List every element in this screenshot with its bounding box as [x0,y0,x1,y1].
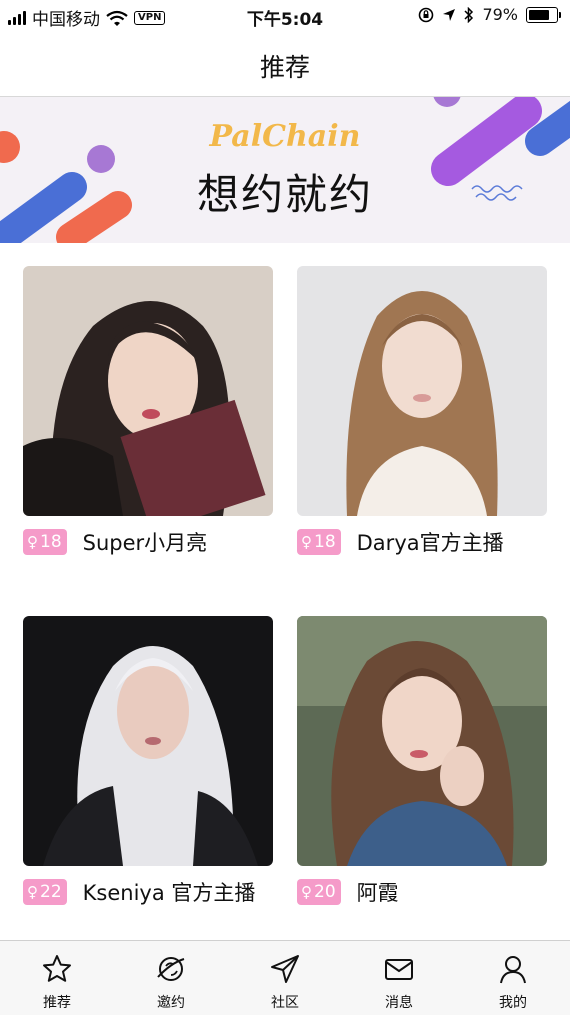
age-value: 18 [314,532,336,552]
battery-fill [529,9,549,20]
tab-label: 消息 [385,995,413,1011]
profile-name: 阿霞 [356,881,399,905]
profile-meta: ♀ 18 Super小月亮 [23,528,273,556]
status-bar: 中国移动 VPN 下午5:04 79% [0,0,570,32]
female-icon: ♀ [301,883,312,901]
tab-label: 邀约 [157,995,185,1011]
page-title: 推荐 [259,53,310,82]
banner-brand: PalChain [209,119,361,154]
battery-icon [526,6,561,23]
star-icon [43,955,71,982]
tab-label: 我的 [499,995,527,1011]
age-value: 18 [40,532,62,552]
female-icon: ♀ [27,533,38,551]
age-badge: ♀ 18 [297,529,341,555]
nav-header: 推荐 [0,32,570,97]
age-badge: ♀ 20 [297,879,341,905]
status-right: 79% [418,5,561,24]
tab-label: 推荐 [43,995,71,1011]
paper-plane-icon [271,955,299,983]
profile-meta: ♀ 20 阿霞 [297,878,547,906]
banner-slogan: 想约就约 [196,170,373,219]
profile-name: Darya官方主播 [356,531,504,555]
female-icon: ♀ [27,883,38,901]
tab-bar: 推荐 邀约 社区 消息 我的 [0,940,570,1015]
age-value: 22 [40,882,62,902]
person-icon [500,956,526,984]
profile-photo[interactable] [297,266,547,516]
orientation-lock-icon [419,7,434,22]
envelope-icon [385,959,413,980]
profile-card[interactable]: ♀ 18 Darya官方主播 [297,266,547,556]
profile-meta: ♀ 22 Kseniya 官方主播 [23,878,273,906]
tab-profile[interactable]: 我的 [456,941,570,1015]
promo-banner[interactable]: PalChain 想约就约 [0,97,570,243]
profile-name: Kseniya 官方主播 [82,881,256,905]
female-icon: ♀ [301,533,312,551]
tab-label: 社区 [271,995,299,1011]
profile-card[interactable]: ♀ 18 Super小月亮 [23,266,273,556]
tab-messages[interactable]: 消息 [342,941,456,1015]
profile-card[interactable]: ♀ 22 Kseniya 官方主播 [23,616,273,906]
location-arrow-icon [443,8,456,21]
tab-recommend[interactable]: 推荐 [0,941,114,1015]
tab-invite[interactable]: 邀约 [114,941,228,1015]
age-badge: ♀ 22 [23,879,67,905]
bluetooth-icon [464,6,474,23]
profile-meta: ♀ 18 Darya官方主播 [297,528,547,556]
age-badge: ♀ 18 [23,529,67,555]
planet-icon [157,957,185,981]
battery-percent: 79% [482,5,518,24]
tab-community[interactable]: 社区 [228,941,342,1015]
profile-photo[interactable] [23,266,273,516]
profile-name: Super小月亮 [82,531,208,555]
age-value: 20 [314,882,336,902]
profile-photo[interactable] [23,616,273,866]
profile-card[interactable]: ♀ 20 阿霞 [297,616,547,906]
profile-photo[interactable] [297,616,547,866]
